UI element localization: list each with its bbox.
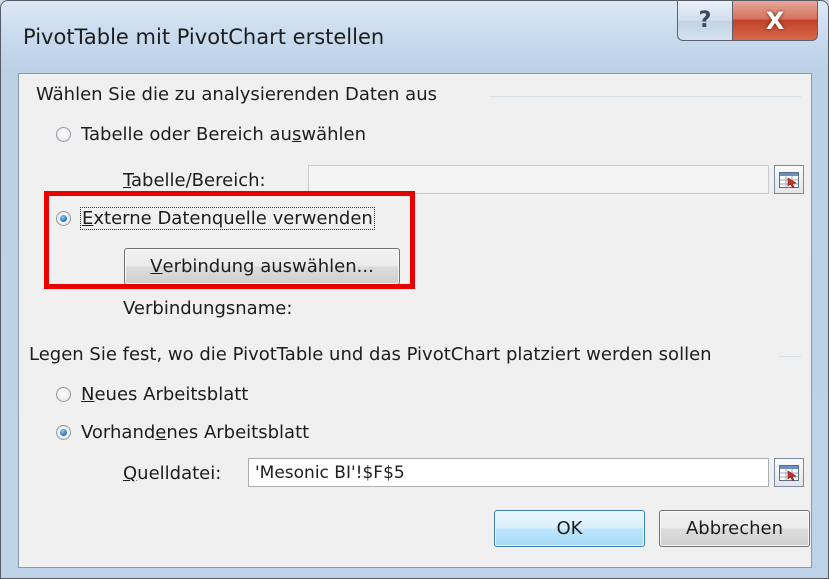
radio-existing-sheet-label: Vorhandenes Arbeitsblatt <box>81 422 310 443</box>
help-icon: ? <box>698 8 712 33</box>
radio-button-selected[interactable] <box>56 425 71 440</box>
section-placement-header: Legen Sie fest, wo die PivotTable und da… <box>29 344 712 365</box>
radio-button[interactable] <box>56 127 71 142</box>
radio-external-source[interactable]: Externe Datenquelle verwenden <box>56 207 375 230</box>
radio-existing-sheet[interactable]: Vorhandenes Arbeitsblatt <box>56 422 309 443</box>
help-button[interactable]: ? <box>677 1 733 41</box>
collapse-dialog-icon <box>779 171 799 188</box>
section-select-data-header: Wählen Sie die zu analysierenden Daten a… <box>36 84 437 105</box>
radio-table-or-range-label: Tabelle oder Bereich auswählen <box>81 124 366 145</box>
table-range-input[interactable] <box>308 165 769 194</box>
choose-connection-button[interactable]: Verbindung auswählen... <box>124 248 400 285</box>
radio-new-sheet-label: Neues Arbeitsblatt <box>81 384 249 405</box>
source-file-label: Quelldatei: <box>123 463 222 484</box>
radio-button[interactable] <box>56 387 71 402</box>
radio-new-sheet[interactable]: Neues Arbeitsblatt <box>56 384 248 405</box>
dialog-window: PivotTable mit PivotChart erstellen ? X … <box>0 0 829 579</box>
cancel-button[interactable]: Abbrechen <box>659 510 810 547</box>
table-range-label: Tabelle/Bereich: <box>123 170 266 191</box>
ok-button[interactable]: OK <box>494 510 645 547</box>
close-button[interactable]: X <box>732 1 818 41</box>
radio-external-source-label: Externe Datenquelle verwenden <box>80 207 375 230</box>
range-select-button[interactable] <box>774 458 804 487</box>
connection-name-label: Verbindungsname: <box>123 298 293 319</box>
range-select-button[interactable] <box>774 165 804 194</box>
radio-button-selected[interactable] <box>56 211 71 226</box>
group-divider <box>779 356 801 357</box>
dialog-body: Wählen Sie die zu analysierenden Daten a… <box>18 73 812 568</box>
window-title: PivotTable mit PivotChart erstellen <box>23 25 385 49</box>
collapse-dialog-icon <box>779 464 799 481</box>
source-file-input[interactable] <box>248 458 769 487</box>
radio-table-or-range[interactable]: Tabelle oder Bereich auswählen <box>56 124 366 145</box>
title-bar[interactable]: PivotTable mit PivotChart erstellen ? X <box>1 1 829 73</box>
group-divider <box>489 96 801 97</box>
close-icon: X <box>765 6 785 35</box>
